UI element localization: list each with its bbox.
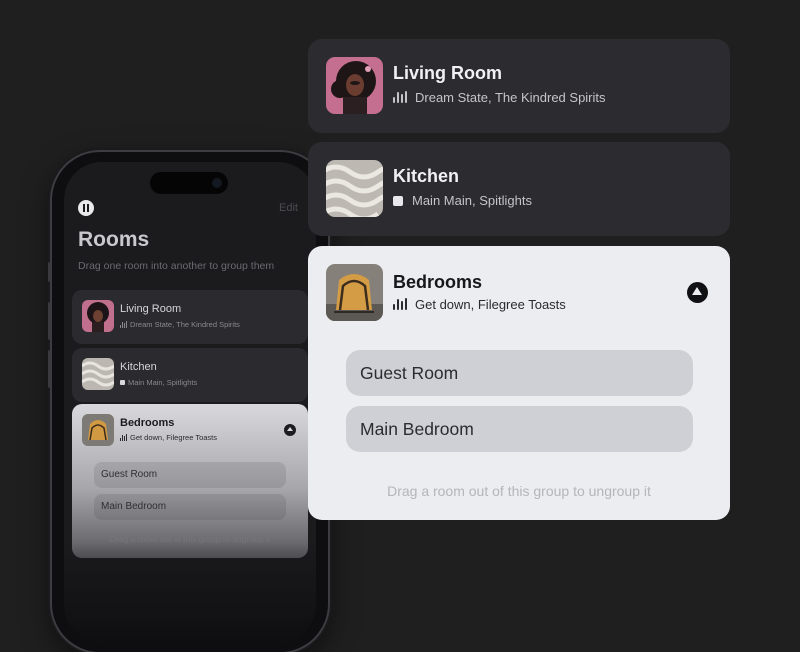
album-art-thumbnail [82, 300, 114, 332]
group-name: Bedrooms [393, 272, 483, 292]
phone-silent-switch [48, 262, 51, 282]
now-playing-text: Get down, Filegree Toasts [393, 297, 566, 313]
now-playing-text: Get down, Filegree Toasts [120, 433, 217, 443]
album-art-thumbnail [326, 57, 383, 114]
room-name: Kitchen [393, 166, 460, 186]
group-name: Bedrooms [120, 417, 175, 429]
group-member-main-bedroom[interactable]: Main Bedroom [94, 494, 286, 520]
camera-icon [212, 178, 222, 188]
ungroup-hint: Drag a room out of this group to ungroup… [387, 483, 651, 499]
page-subtitle: Drag one room into another to group them [78, 260, 275, 272]
now-playing-text: Dream State, The Kindred Spirits [393, 90, 606, 106]
album-art-thumbnail [326, 264, 383, 321]
now-playing-text: Main Main, Spitlights [393, 193, 532, 208]
phone-volume-down [48, 350, 51, 388]
group-member-guest-room[interactable]: Guest Room [346, 350, 693, 396]
album-art-thumbnail [326, 160, 383, 217]
phone-mockup: Edit Rooms Drag one room into another to… [48, 152, 328, 652]
album-art-thumbnail [82, 358, 114, 390]
stopped-square-icon [393, 196, 403, 206]
now-playing-text: Dream State, The Kindred Spirits [120, 320, 240, 330]
room-card-living-room[interactable]: Living Room Dream State, The Kindred Spi… [308, 39, 730, 133]
phone-volume-up [48, 302, 51, 340]
screen-fade [64, 542, 316, 642]
album-art-thumbnail [82, 414, 114, 446]
room-group-bedrooms[interactable]: Bedrooms Get down, Filegree Toasts Guest… [308, 246, 730, 520]
now-playing-text: Main Main, Spitlights [120, 378, 197, 387]
room-group-bedrooms[interactable]: Bedrooms Get down, Filegree Toasts Guest… [72, 404, 308, 558]
room-name: Living Room [120, 303, 182, 315]
playing-bars-icon [393, 298, 409, 313]
playing-bars-icon [120, 434, 128, 443]
room-card-living-room[interactable]: Living Room Dream State, The Kindred Spi… [72, 290, 308, 344]
group-member-guest-room[interactable]: Guest Room [94, 462, 286, 488]
chevron-up-icon[interactable] [284, 424, 296, 436]
room-name: Kitchen [120, 361, 157, 373]
pause-icon[interactable] [78, 200, 94, 216]
room-card-kitchen[interactable]: Kitchen Main Main, Spitlights [72, 348, 308, 402]
stopped-square-icon [120, 380, 125, 385]
dynamic-island [150, 172, 228, 194]
playing-bars-icon [393, 91, 409, 106]
room-card-kitchen[interactable]: Kitchen Main Main, Spitlights [308, 142, 730, 236]
phone-screen: Edit Rooms Drag one room into another to… [64, 162, 316, 642]
playing-bars-icon [120, 321, 128, 330]
group-member-main-bedroom[interactable]: Main Bedroom [346, 406, 693, 452]
page-title: Rooms [78, 228, 150, 251]
chevron-up-icon[interactable] [687, 282, 708, 303]
edit-button[interactable]: Edit [279, 202, 298, 214]
room-name: Living Room [393, 63, 502, 83]
